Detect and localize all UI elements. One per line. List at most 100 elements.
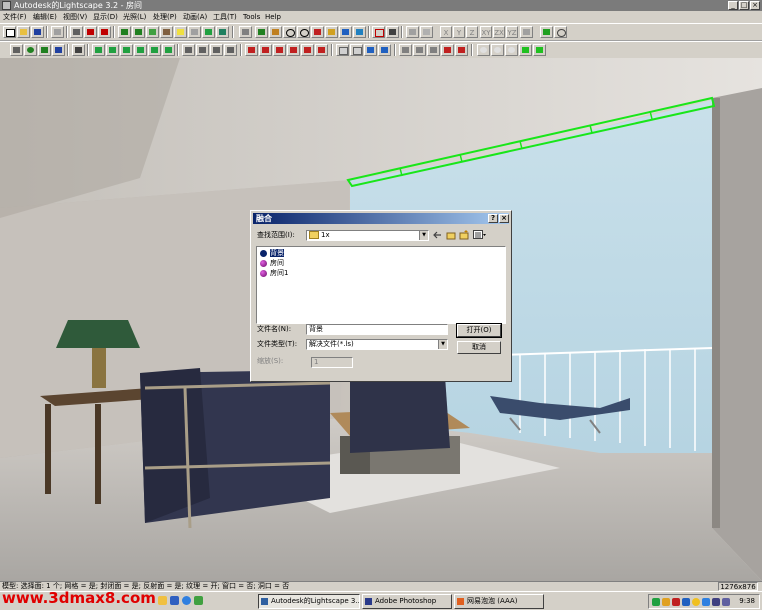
tool-arrow-icon[interactable] [239,26,252,38]
tray-6-icon[interactable] [702,598,710,606]
layer-1-icon[interactable] [336,44,349,56]
look-in-select[interactable]: 1x ▼ [306,230,429,241]
material-1-icon[interactable] [399,44,412,56]
view-4-icon[interactable] [134,44,147,56]
tool-cycle-icon[interactable] [353,26,366,38]
up-folder-icon[interactable] [446,230,456,240]
quicklaunch-2-icon[interactable] [170,596,179,605]
menu-help[interactable]: Help [265,11,281,23]
plane-yz-button[interactable]: YZ [506,26,518,38]
help-icon[interactable] [84,26,97,38]
axis-y-button[interactable]: Y [453,26,465,38]
render-icon[interactable] [24,44,37,56]
open-button[interactable]: 打开(O) [456,323,502,338]
walk-1-icon[interactable] [182,44,195,56]
context-help-icon[interactable] [98,26,111,38]
back-arrow-icon[interactable] [433,230,443,240]
filetype-select[interactable]: 解决文件(*.ls) ▼ [306,339,448,350]
close-button[interactable]: × [750,1,760,10]
taskbar-netease[interactable]: 网易泡泡 (AAA) [454,594,544,609]
tool-cube-icon[interactable] [325,26,338,38]
material-4-icon[interactable] [441,44,454,56]
quicklaunch-4-icon[interactable] [194,596,203,605]
file-list[interactable]: 背景 房间 房间1 [256,246,506,324]
menu-view[interactable]: 视图(V) [63,11,87,23]
tool-rotate-icon[interactable] [339,26,352,38]
plane-zx-button[interactable]: ZX [493,26,505,38]
walk-3-icon[interactable] [210,44,223,56]
tray-2-icon[interactable] [662,598,670,606]
axis-z-button[interactable]: Z [466,26,478,38]
menu-edit[interactable]: 编辑(E) [33,11,57,23]
pointer-icon[interactable] [72,44,85,56]
walk-4-icon[interactable] [224,44,237,56]
undo-icon[interactable] [51,26,64,38]
menu-file[interactable]: 文件(F) [3,11,27,23]
quicklaunch-3-icon[interactable] [182,596,191,605]
view-1-icon[interactable] [92,44,105,56]
layer-3-icon[interactable] [364,44,377,56]
menu-tools-cn[interactable]: 工具(T) [213,11,237,23]
taskbar-photoshop[interactable]: Adobe Photoshop [362,594,452,609]
dialog-close-button[interactable]: × [499,214,509,223]
light-5-icon[interactable] [301,44,314,56]
menu-tools[interactable]: Tools [243,11,260,23]
view-5-icon[interactable] [148,44,161,56]
tool-green-cube-icon[interactable] [540,26,553,38]
cancel-button[interactable]: 取消 [457,341,501,354]
chevron-down-icon[interactable]: ▼ [419,231,428,240]
select-icon[interactable] [10,44,23,56]
tool-frame-icon[interactable] [386,26,399,38]
open-icon[interactable] [17,26,30,38]
chevron-down-icon[interactable]: ▼ [438,340,447,349]
filename-input[interactable]: 背景 [306,324,448,335]
tool-yellow-icon[interactable] [174,26,187,38]
pan-icon[interactable] [311,26,324,38]
menu-process[interactable]: 处理(P) [153,11,177,23]
minimize-button[interactable]: _ [728,1,738,10]
green-box-1-icon[interactable] [519,44,532,56]
sphere-3-icon[interactable] [505,44,518,56]
tool-img-icon[interactable] [202,26,215,38]
axis-x-button[interactable]: X [440,26,452,38]
view-menu-icon[interactable] [473,230,486,240]
tool-scale-icon[interactable] [520,26,533,38]
tool-camera-icon[interactable] [255,26,268,38]
tool-green-1-icon[interactable] [118,26,131,38]
material-3-icon[interactable] [427,44,440,56]
tray-1-icon[interactable] [652,598,660,606]
rotate-icon[interactable] [420,26,433,38]
menu-display[interactable]: 显示(D) [93,11,118,23]
tool-refresh-icon[interactable] [554,26,567,38]
maximize-button[interactable]: □ [739,1,749,10]
layer-2-icon[interactable] [350,44,363,56]
tool-green-3-icon[interactable] [146,26,159,38]
taskbar-lightscape[interactable]: Autodesk的Lightscape 3.... [258,594,360,609]
menu-light[interactable]: 光照(L) [123,11,146,23]
list-item[interactable]: 房间 [260,259,284,268]
list-item[interactable]: 房间1 [260,269,288,278]
shade-icon[interactable] [38,44,51,56]
quicklaunch-1-icon[interactable] [158,596,167,605]
walk-2-icon[interactable] [196,44,209,56]
tool-pencil-icon[interactable] [160,26,173,38]
print-icon[interactable] [70,26,83,38]
tool-green-2-icon[interactable] [132,26,145,38]
material-5-icon[interactable] [455,44,468,56]
tray-3-icon[interactable] [672,598,680,606]
material-2-icon[interactable] [413,44,426,56]
new-icon[interactable] [3,26,16,38]
tray-8-icon[interactable] [722,598,730,606]
light-6-icon[interactable] [315,44,328,56]
texture-icon[interactable] [52,44,65,56]
view-2-icon[interactable] [106,44,119,56]
light-3-icon[interactable] [273,44,286,56]
menu-animation[interactable]: 动画(A) [183,11,207,23]
green-box-2-icon[interactable] [533,44,546,56]
tool-box-icon[interactable] [188,26,201,38]
list-item[interactable]: 背景 [260,249,284,258]
tray-7-icon[interactable] [712,598,720,606]
save-icon[interactable] [31,26,44,38]
light-4-icon[interactable] [287,44,300,56]
dialog-help-button[interactable]: ? [488,214,498,223]
